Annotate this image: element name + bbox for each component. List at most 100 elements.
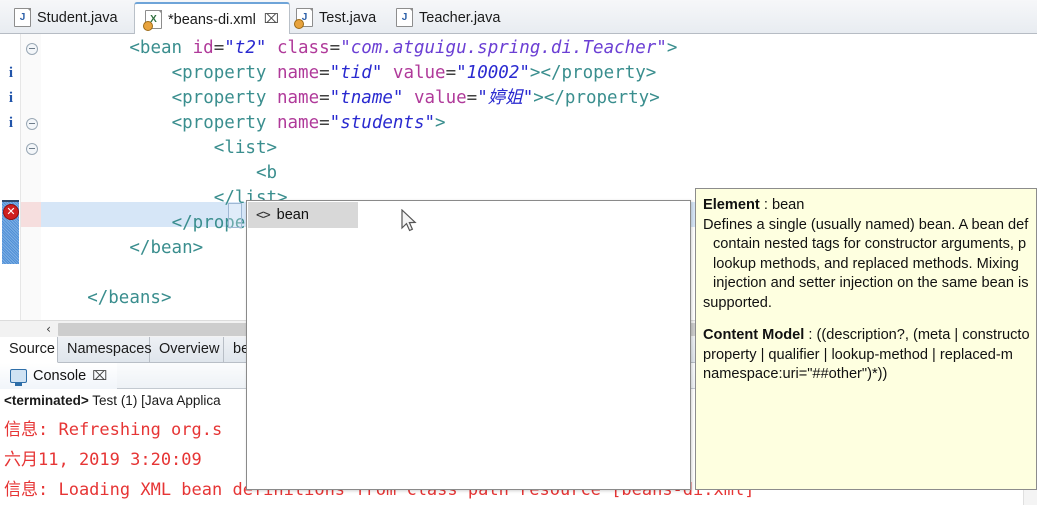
tab-console[interactable]: Console ⌧ <box>0 363 118 389</box>
editor-tab-studentjava[interactable]: J Student.java <box>4 2 128 33</box>
java-file-icon: J <box>14 8 31 27</box>
xml-element-icon: <> <box>256 207 271 223</box>
close-icon[interactable]: ⌧ <box>264 13 279 26</box>
doc-content-model-first: : ((description?, (meta | constructo <box>804 327 1030 343</box>
code-token: name <box>276 88 320 108</box>
code-token: name <box>276 113 320 133</box>
code-token: ></property> <box>533 88 660 108</box>
console-monitor-icon <box>10 369 27 386</box>
info-marker-icon[interactable]: i <box>5 86 17 111</box>
doc-description-line: supported. <box>703 294 772 311</box>
fold-collapse-icon[interactable] <box>26 143 38 155</box>
doc-description-line: Defines a single (usually named) bean. A… <box>703 216 1029 233</box>
doc-description-line: contain nested tags for constructor argu… <box>713 236 1027 252</box>
java-file-icon: J <box>294 8 313 29</box>
page-tab-label: Namespaces <box>67 341 152 357</box>
editor-tab-label: *beans-di.xml <box>168 11 256 28</box>
editor-tab-bar: J Student.java X *beans-di.xml ⌧ J Test.java J T… <box>0 0 1037 35</box>
page-tab-overview[interactable]: Overview <box>150 337 224 363</box>
console-tab-label: Console <box>33 368 87 384</box>
page-tab-source[interactable]: Source <box>0 337 58 363</box>
code-token: </beans> <box>87 288 172 308</box>
mouse-pointer-icon <box>401 208 419 235</box>
editor-tab-label: Student.java <box>37 9 118 26</box>
code-token: </bean> <box>129 238 204 258</box>
doc-spacer <box>703 313 1036 326</box>
doc-element-label: Element <box>703 197 760 213</box>
code-token: <bean <box>129 38 183 58</box>
code-token: <property <box>171 88 267 108</box>
content-assist-popup[interactable]: <> bean <box>246 200 691 490</box>
code-token: <property <box>171 63 267 83</box>
code-token: ></property> <box>529 63 657 83</box>
code-line[interactable]: <property name="tname" value="婷姐"></prop… <box>0 86 1037 111</box>
code-token: = <box>466 88 478 108</box>
code-token: "t2" <box>224 38 267 58</box>
doc-content-model-line: namespace:uri="##other")*)) <box>703 366 888 382</box>
code-token: id <box>192 38 214 58</box>
doc-description-line: lookup methods, and replaced methods. Mi… <box>713 255 1019 272</box>
warning-badge-icon <box>143 21 153 31</box>
console-output-line: 六月11, 2019 3:20:09 <box>4 450 202 470</box>
code-token: <list> <box>213 138 278 158</box>
close-icon[interactable]: ⌧ <box>92 369 107 384</box>
text-caret <box>228 203 242 228</box>
code-token: "tid" <box>329 63 383 83</box>
assist-proposal-label: bean <box>276 207 309 223</box>
doc-content-model-line: property | qualifier | lookup-method | r… <box>703 346 1013 363</box>
code-token: = <box>319 88 330 108</box>
documentation-tooltip: Element : bean Defines a single (usually… <box>695 188 1037 490</box>
java-file-icon: J <box>396 8 413 27</box>
assist-proposal-bean[interactable]: <> bean <box>248 202 358 228</box>
editor-tab-testjava[interactable]: J Test.java <box>286 2 386 33</box>
terminated-config: Test (1) [Java Applica <box>88 393 221 408</box>
eclipse-ide-window: J Student.java X *beans-di.xml ⌧ J Test.java J T… <box>0 0 1037 505</box>
page-tab-namespaces[interactable]: Namespaces <box>58 337 152 363</box>
code-line[interactable]: <bean id="t2" class="com.atguigu.spring.… <box>0 36 1037 61</box>
warning-badge-icon <box>294 19 304 29</box>
info-marker-icon[interactable]: i <box>5 111 17 136</box>
code-token: = <box>319 113 330 133</box>
code-line[interactable]: <b <box>0 161 1037 186</box>
fold-collapse-icon[interactable] <box>26 118 38 130</box>
info-marker-icon[interactable]: i <box>5 61 17 86</box>
code-line[interactable]: <property name="students"> <box>0 111 1037 136</box>
doc-content-model-line: Content Model : ((description?, (meta | … <box>703 326 1036 346</box>
code-token: "10002" <box>456 63 530 83</box>
code-token: value <box>413 88 467 108</box>
code-token: > <box>435 113 446 133</box>
code-token: name <box>276 63 320 83</box>
code-token: "tname" <box>329 88 404 108</box>
page-tab-label: Overview <box>159 341 220 357</box>
xml-file-icon: X <box>143 10 162 31</box>
code-token: "students" <box>329 113 436 133</box>
doc-content-model-label: Content Model <box>703 327 805 343</box>
console-output-line: 信息: Refreshing org.s <box>4 420 223 440</box>
code-token: <property <box>171 113 267 133</box>
editor-tab-teacherjava[interactable]: J Teacher.java <box>386 2 510 33</box>
code-token: = <box>445 63 457 83</box>
code-token: value <box>392 63 446 83</box>
console-launch-label: <terminated> Test (1) [Java Applica <box>4 393 221 408</box>
scroll-left-arrow-icon[interactable]: ‹ <box>40 321 57 338</box>
code-token: = <box>329 38 341 58</box>
page-tab-label: Source <box>9 341 55 357</box>
code-token: class <box>276 38 330 58</box>
doc-description-line: injection and setter injection on the sa… <box>713 275 1029 291</box>
code-line[interactable]: <property name="tid" value="10002"></pro… <box>0 61 1037 86</box>
code-token: <b <box>256 163 278 183</box>
fold-collapse-icon[interactable] <box>26 43 38 55</box>
code-token: = <box>319 63 330 83</box>
code-token: "com.atguigu.spring.di.Teacher" <box>340 38 667 58</box>
editor-tab-label: Test.java <box>319 9 377 26</box>
code-line[interactable]: <list> <box>0 136 1037 161</box>
editor-tab-label: Teacher.java <box>419 9 501 26</box>
code-token: > <box>666 38 678 58</box>
editor-tab-beans-dixml[interactable]: X *beans-di.xml ⌧ <box>134 2 290 35</box>
